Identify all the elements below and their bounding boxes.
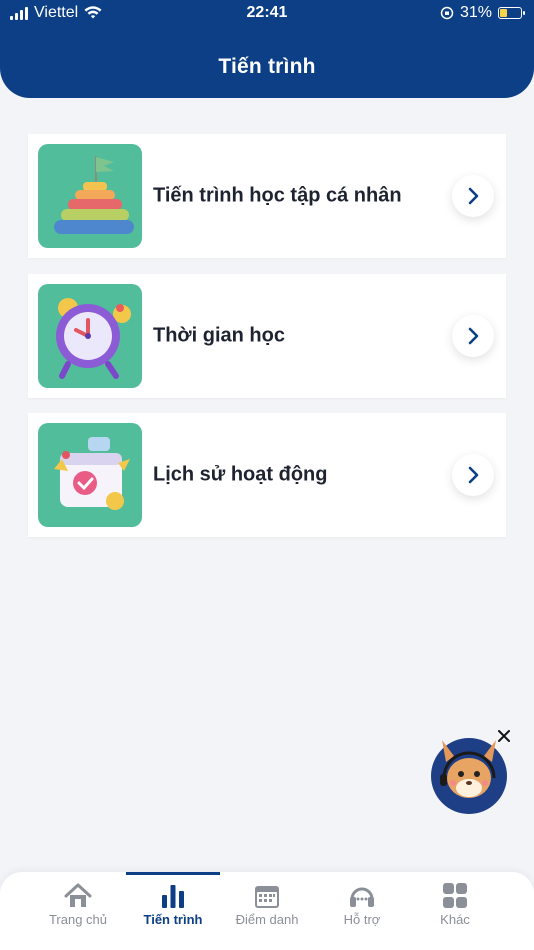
menu-item-label: Thời gian học bbox=[153, 324, 285, 347]
header: Viettel 22:41 31% Tiến trình bbox=[0, 0, 534, 98]
menu-item-label: Lịch sử hoạt động bbox=[153, 463, 328, 486]
status-bar: Viettel 22:41 31% bbox=[0, 0, 534, 30]
tab-label: Trang chủ bbox=[48, 912, 108, 927]
tab-progress[interactable]: Tiến trình bbox=[126, 872, 220, 950]
close-icon bbox=[498, 730, 510, 742]
menu-item-study-time[interactable]: Thời gian học bbox=[28, 274, 506, 398]
menu-item-personal-progress[interactable]: Tiến trình học tập cá nhân bbox=[28, 134, 506, 258]
close-mascot-button[interactable] bbox=[494, 726, 514, 746]
tab-support[interactable]: Hỗ trợ bbox=[315, 872, 409, 950]
page-title: Tiến trình bbox=[218, 55, 316, 78]
chevron-right-icon[interactable] bbox=[452, 315, 494, 357]
tab-home[interactable]: Trang chủ bbox=[31, 872, 125, 950]
menu-item-label: Tiến trình học tập cá nhân bbox=[153, 184, 402, 207]
headset-icon bbox=[350, 887, 374, 907]
calendar-activity-icon bbox=[38, 423, 142, 527]
battery-icon bbox=[498, 7, 525, 19]
calendar-icon bbox=[255, 886, 279, 908]
tab-label: Tiến trình bbox=[143, 912, 203, 927]
alarm-clock-icon bbox=[38, 284, 142, 388]
tab-attendance[interactable]: Điểm danh bbox=[220, 872, 314, 950]
tab-label: Hỗ trợ bbox=[343, 912, 381, 927]
tab-label: Khác bbox=[440, 912, 470, 927]
chevron-right-icon[interactable] bbox=[452, 454, 494, 496]
tab-label: Điểm danh bbox=[235, 912, 299, 927]
battery-percent: 31% bbox=[459, 4, 492, 21]
tab-more[interactable]: Khác bbox=[408, 872, 502, 950]
home-icon bbox=[64, 883, 92, 907]
menu-item-activity-history[interactable]: Lịch sử hoạt động bbox=[28, 413, 506, 537]
orientation-lock-icon bbox=[440, 6, 454, 20]
grid-icon bbox=[443, 883, 467, 908]
chevron-right-icon[interactable] bbox=[452, 175, 494, 217]
bar-chart-icon bbox=[162, 885, 184, 908]
bottom-nav: Trang chủ Tiến trình Điểm danh Hỗ trợ Kh… bbox=[0, 872, 534, 950]
pyramid-flag-icon bbox=[38, 144, 142, 248]
